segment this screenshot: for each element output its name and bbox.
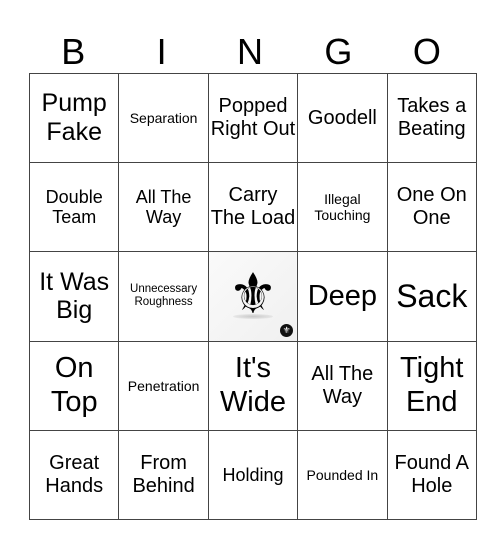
bingo-cell[interactable]: It Was Big — [28, 251, 120, 342]
icon-shadow — [232, 313, 274, 319]
bingo-cell[interactable]: Penetration — [118, 340, 209, 431]
bingo-cell[interactable]: Found A Hole — [386, 429, 477, 520]
bingo-cell[interactable]: One On One — [386, 162, 477, 253]
header-letter-n: N — [237, 31, 264, 72]
grid-row: Great Hands From Behind Holding Pounded … — [28, 429, 477, 520]
grid-row: On Top Penetration It's Wide All The Way… — [28, 340, 477, 431]
bingo-cell[interactable]: Separation — [118, 72, 209, 164]
bingo-cell[interactable]: Illegal Touching — [297, 162, 388, 253]
header-letter-o: O — [412, 31, 441, 72]
bingo-cell[interactable]: All The Way — [118, 162, 209, 253]
grid-row: Double Team All The Way Carry The Load I… — [28, 162, 477, 253]
header-letter-g: G — [324, 31, 353, 72]
bingo-grid: Pump Fake Separation Popped Right Out Go… — [28, 72, 477, 520]
bingo-cell[interactable]: All The Way — [297, 340, 388, 431]
bingo-cell[interactable]: From Behind — [118, 429, 209, 520]
free-space-cell[interactable]: ⚜ ⚜ — [207, 251, 299, 342]
bingo-cell[interactable]: On Top — [28, 340, 120, 431]
bingo-cell[interactable]: Holding — [207, 429, 299, 520]
bingo-header: B I N G O — [29, 30, 471, 74]
bingo-cell[interactable]: Pounded In — [297, 429, 388, 520]
bingo-cell[interactable]: Deep — [297, 251, 388, 342]
grid-row: It Was Big Unnecessary Roughness ⚜ ⚜ Dee… — [28, 251, 477, 342]
bingo-cell[interactable]: It's Wide — [207, 340, 299, 431]
bingo-cell[interactable]: Goodell — [297, 72, 388, 164]
bingo-cell[interactable]: Sack — [386, 251, 477, 342]
bingo-cell[interactable]: Great Hands — [28, 429, 120, 520]
grid-row: Pump Fake Separation Popped Right Out Go… — [28, 72, 477, 164]
bingo-cell[interactable]: Carry The Load — [207, 162, 299, 253]
bingo-cell[interactable]: Tight End — [386, 340, 477, 431]
header-letter-b: B — [61, 31, 86, 72]
header-letter-i: I — [156, 31, 167, 72]
bingo-cell[interactable]: Pump Fake — [28, 72, 120, 164]
bingo-cell[interactable]: Unnecessary Roughness — [118, 251, 209, 342]
bingo-cell[interactable]: Popped Right Out — [207, 72, 299, 164]
fleur-de-lis-badge-icon: ⚜ — [280, 323, 294, 337]
bingo-cell[interactable]: Double Team — [28, 162, 120, 253]
bingo-cell[interactable]: Takes a Beating — [386, 72, 477, 164]
